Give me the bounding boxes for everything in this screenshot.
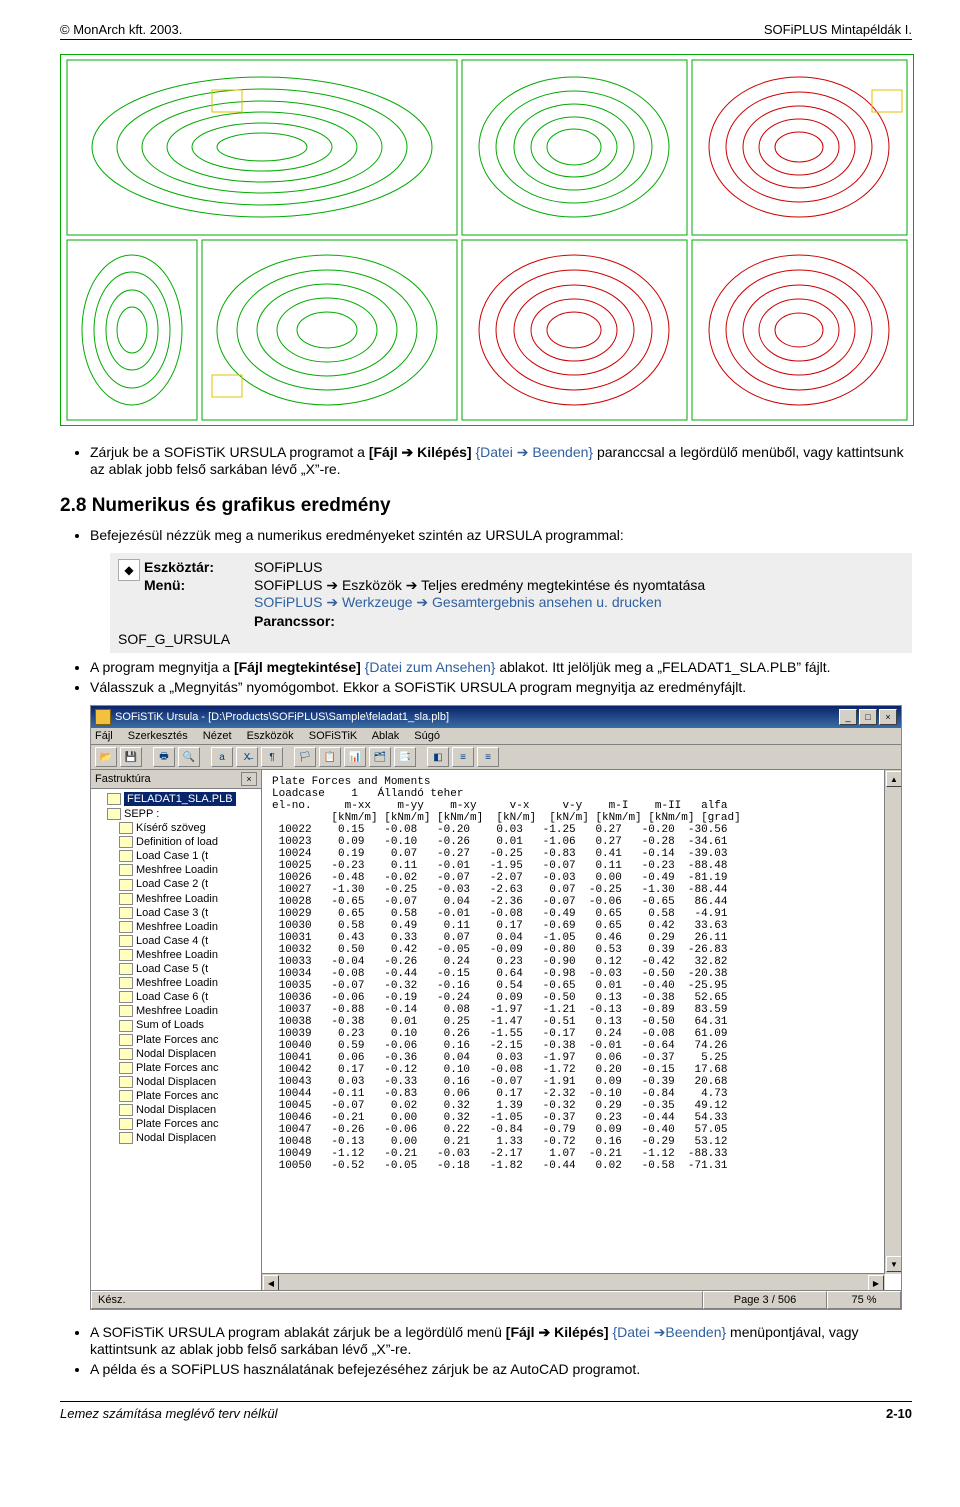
menu-item[interactable]: Súgó [414,730,440,742]
page-header: © MonArch kft. 2003. SOFiPLUS Mintapéldá… [60,22,912,40]
box-val-toolbar: SOFiPLUS [254,559,904,575]
menu-item[interactable]: Nézet [203,730,232,742]
tree-item[interactable]: Load Case 4 (t [93,934,259,948]
tool-icon[interactable]: ≡ [477,747,499,767]
tree-pane: Fastruktúra × FELADAT1_SLA.PLB SEPP :Kís… [91,770,262,1290]
app-icon [95,709,111,725]
statusbar: Kész. Page 3 / 506 75 % [91,1290,901,1309]
tree-root[interactable]: FELADAT1_SLA.PLB [124,792,236,806]
section-title: 2.8 Numerikus és grafikus eredmény [60,495,912,517]
tree-item[interactable]: Plate Forces anc [93,1033,259,1047]
bullet-press-open: Válasszuk a „Megnyitás” nyomógombot. Ekk… [90,679,912,695]
menu-item[interactable]: Ablak [372,730,400,742]
footer-page-number: 2-10 [886,1406,912,1421]
bullet-close-autocad: A példa és a SOFiPLUS használatának befe… [90,1361,912,1377]
open-icon[interactable]: 📂 [95,747,117,767]
tool-icon[interactable]: 📊 [344,747,366,767]
command-box: ◆ Eszköztár: SOFiPLUS Menü: SOFiPLUS ➔ E… [110,553,912,653]
tree-item[interactable]: Load Case 1 (t [93,849,259,863]
menu-item[interactable]: Fájl [95,730,113,742]
tree-item[interactable]: Meshfree Loadin [93,892,259,906]
bullet-close-ursula-1: Zárjuk be a SOFiSTiK URSULA programot a … [90,444,912,477]
header-right: SOFiPLUS Mintapéldák I. [764,22,912,37]
box-key-menu: Menü: [144,577,254,593]
tree-item[interactable]: Sum of Loads [93,1018,259,1032]
tool-icon[interactable]: a [211,747,233,767]
scroll-down-icon[interactable]: ▼ [886,1256,901,1272]
tree-item[interactable]: Nodal Displacen [93,1103,259,1117]
tool-icon[interactable]: 🗂 [369,747,391,767]
save-icon[interactable]: 💾 [120,747,142,767]
tree-item[interactable]: Nodal Displacen [93,1075,259,1089]
tree-item[interactable]: Load Case 3 (t [93,906,259,920]
menu-item[interactable]: Szerkesztés [128,730,188,742]
footer-left: Lemez számítása meglévő terv nélkül [60,1406,277,1421]
tree-item[interactable]: Load Case 6 (t [93,990,259,1004]
tree-item[interactable]: Kísérő szöveg [93,821,259,835]
vertical-scrollbar[interactable]: ▲ ▼ [884,770,901,1274]
print-icon[interactable]: 🖶 [153,747,175,767]
bullet-open-file: A program megnyitja a [Fájl megtekintése… [90,659,912,675]
header-left: © MonArch kft. 2003. [60,22,182,37]
tool-icon[interactable]: ≡ [452,747,474,767]
box-val-cmd: SOF_G_URSULA [118,631,144,647]
tree-item[interactable]: Meshfree Loadin [93,1004,259,1018]
menu-item[interactable]: Eszközök [247,730,294,742]
preview-icon[interactable]: 🔍 [178,747,200,767]
scroll-left-icon[interactable]: ◀ [263,1275,279,1290]
scroll-right-icon[interactable]: ▶ [868,1275,884,1290]
tree-item[interactable]: Nodal Displacen [93,1047,259,1061]
bullet-intro: Befejezésül nézzük meg a numerikus eredm… [90,527,912,543]
status-zoom: 75 % [827,1291,901,1309]
tree-item[interactable]: Plate Forces anc [93,1089,259,1103]
tool-icon[interactable]: 🏳 [294,747,316,767]
menu-item[interactable]: SOFiSTiK [309,730,358,742]
ursula-window: SOFiSTiK Ursula - [D:\Products\SOFiPLUS\… [90,705,902,1310]
box-val-menu: SOFiPLUS ➔ Eszközök ➔ Teljes eredmény me… [254,577,904,611]
tree-item[interactable]: Load Case 2 (t [93,877,259,891]
tree-item[interactable]: Plate Forces anc [93,1117,259,1131]
sofiplus-icon: ◆ [118,559,140,581]
box-key-cmd: Parancssor: [254,613,904,629]
tree-item[interactable]: Meshfree Loadin [93,976,259,990]
contour-figure [60,54,914,426]
maximize-button[interactable]: □ [859,709,877,725]
tree-item[interactable]: Nodal Displacen [93,1131,259,1145]
tool-icon[interactable]: 📋 [319,747,341,767]
tool-icon[interactable]: ¶ [261,747,283,767]
toolbar: 📂 💾 🖶 🔍 a X̶ ¶ 🏳 📋 📊 🗂 📑 ◧ ≡ ≡ [91,745,901,770]
page-footer: Lemez számítása meglévő terv nélkül 2-10 [60,1401,912,1421]
status-text: Kész. [91,1291,703,1309]
scroll-up-icon[interactable]: ▲ [886,771,901,787]
tree-title: Fastruktúra [95,773,151,785]
tree-close-icon[interactable]: × [241,772,257,786]
window-title: SOFiSTiK Ursula - [D:\Products\SOFiPLUS\… [115,711,449,723]
box-key-toolbar: Eszköztár: [144,559,254,575]
bullet-close-ursula-2: A SOFiSTiK URSULA program ablakát zárjuk… [90,1324,912,1357]
tree-item[interactable]: SEPP : [93,807,259,821]
titlebar: SOFiSTiK Ursula - [D:\Products\SOFiPLUS\… [91,706,901,728]
tree-item[interactable]: Definition of load [93,835,259,849]
tool-icon[interactable]: X̶ [236,747,258,767]
tree-item[interactable]: Meshfree Loadin [93,948,259,962]
horizontal-scrollbar[interactable]: ◀ ▶ [262,1273,885,1290]
menubar: Fájl Szerkesztés Nézet Eszközök SOFiSTiK… [91,728,901,745]
tree-item[interactable]: Meshfree Loadin [93,863,259,877]
tree-item[interactable]: Plate Forces anc [93,1061,259,1075]
tree-item[interactable]: Meshfree Loadin [93,920,259,934]
status-page: Page 3 / 506 [703,1291,827,1309]
tool-icon[interactable]: 📑 [394,747,416,767]
tree-item[interactable]: Load Case 5 (t [93,962,259,976]
close-button[interactable]: × [879,709,897,725]
tool-icon[interactable]: ◧ [427,747,449,767]
minimize-button[interactable]: _ [839,709,857,725]
content-pane: Plate Forces and Moments Loadcase 1 Álla… [262,770,901,1290]
